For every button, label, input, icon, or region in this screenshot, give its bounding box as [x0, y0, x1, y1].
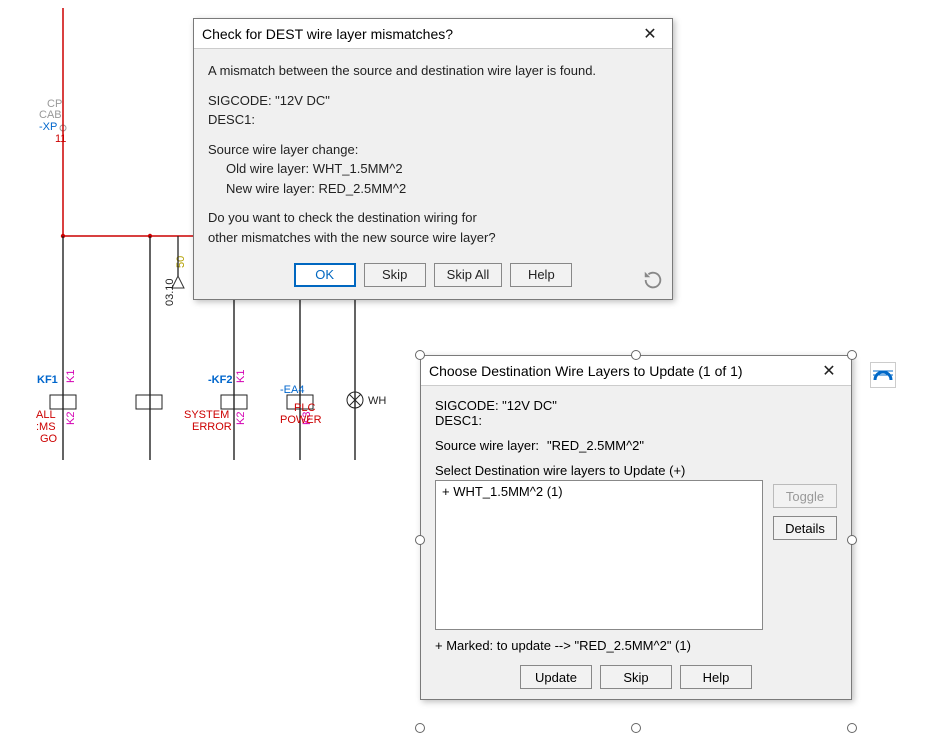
label-cab: CAB [39, 109, 62, 121]
label-pin11: 11 [55, 133, 66, 145]
svg-text::MS: :MS [36, 421, 56, 433]
ok-button[interactable]: OK [294, 263, 356, 287]
dlg2-marked-line: + Marked: to update --> "RED_2.5MM^2" (1… [435, 638, 837, 653]
dialog2-title: Choose Destination Wire Layers to Update… [429, 363, 815, 379]
snap-icon[interactable] [870, 362, 896, 388]
dlg1-msg: A mismatch between the source and destin… [208, 61, 658, 81]
dlg2-sigcode: SIGCODE: "12V DC" [435, 398, 837, 413]
resize-handle[interactable] [415, 723, 425, 733]
label-kf1: KF1 [37, 374, 58, 386]
dlg1-new-layer: New wire layer: RED_2.5MM^2 [208, 179, 658, 199]
dlg2-desc1: DESC1: [435, 413, 837, 428]
label-syserr: SYSTEM [184, 409, 229, 421]
close-icon[interactable]: ✕ [636, 20, 664, 48]
dialog-check-dest-wire-mismatch: Check for DEST wire layer mismatches? ✕ … [193, 18, 673, 300]
label-k2a: K2 [65, 412, 77, 425]
svg-text:ERROR: ERROR [192, 421, 232, 433]
label-k1a: K1 [65, 370, 77, 383]
label-ref: 03.10 [164, 278, 176, 306]
list-item[interactable]: + WHT_1.5MM^2 (1) [442, 484, 756, 499]
toggle-button[interactable]: Toggle [773, 484, 837, 508]
label-all: ALL [36, 409, 56, 421]
dlg2-select-hdr: Select Destination wire layers to Update… [435, 463, 837, 478]
label-kf2: -KF2 [208, 374, 232, 386]
label-50: 50 [175, 256, 187, 268]
dialog1-title: Check for DEST wire layer mismatches? [202, 26, 636, 42]
dlg1-q1: Do you want to check the destination wir… [208, 208, 658, 228]
dest-layer-listbox[interactable]: + WHT_1.5MM^2 (1) [435, 480, 763, 630]
help-button[interactable]: Help [510, 263, 572, 287]
label-plcpwr: PLC [294, 402, 315, 414]
dlg1-desc1: DESC1: [208, 110, 658, 130]
label-k2b: K2 [235, 412, 247, 425]
dialog-choose-dest-wire-layers: Choose Destination Wire Layers to Update… [420, 355, 852, 700]
resize-handle[interactable] [631, 723, 641, 733]
resize-handle[interactable] [415, 350, 425, 360]
resize-handle[interactable] [415, 535, 425, 545]
close-icon[interactable]: ✕ [815, 357, 843, 385]
skip-button[interactable]: Skip [600, 665, 672, 689]
resize-handle[interactable] [631, 350, 641, 360]
label-ea4: -EA4 [280, 384, 304, 396]
resize-handle[interactable] [847, 723, 857, 733]
dlg1-src-hdr: Source wire layer change: [208, 140, 658, 160]
dlg2-src-value: "RED_2.5MM^2" [547, 438, 644, 453]
label-wh: WH [368, 395, 386, 407]
svg-text:POWER: POWER [280, 414, 322, 426]
dlg1-sigcode: SIGCODE: "12V DC" [208, 91, 658, 111]
dlg2-src-label: Source wire layer: [435, 438, 539, 453]
resize-handle[interactable] [847, 350, 857, 360]
help-button[interactable]: Help [680, 665, 752, 689]
skip-button[interactable]: Skip [364, 263, 426, 287]
label-k1b: K1 [235, 370, 247, 383]
details-button[interactable]: Details [773, 516, 837, 540]
svg-text:GO: GO [40, 433, 58, 445]
label-xp: -XP [39, 121, 57, 133]
update-button[interactable]: Update [520, 665, 592, 689]
resize-handle[interactable] [847, 535, 857, 545]
refresh-icon [642, 269, 664, 291]
dlg1-old-layer: Old wire layer: WHT_1.5MM^2 [208, 159, 658, 179]
dlg1-q2: other mismatches with the new source wir… [208, 228, 658, 248]
skip-all-button[interactable]: Skip All [434, 263, 503, 287]
